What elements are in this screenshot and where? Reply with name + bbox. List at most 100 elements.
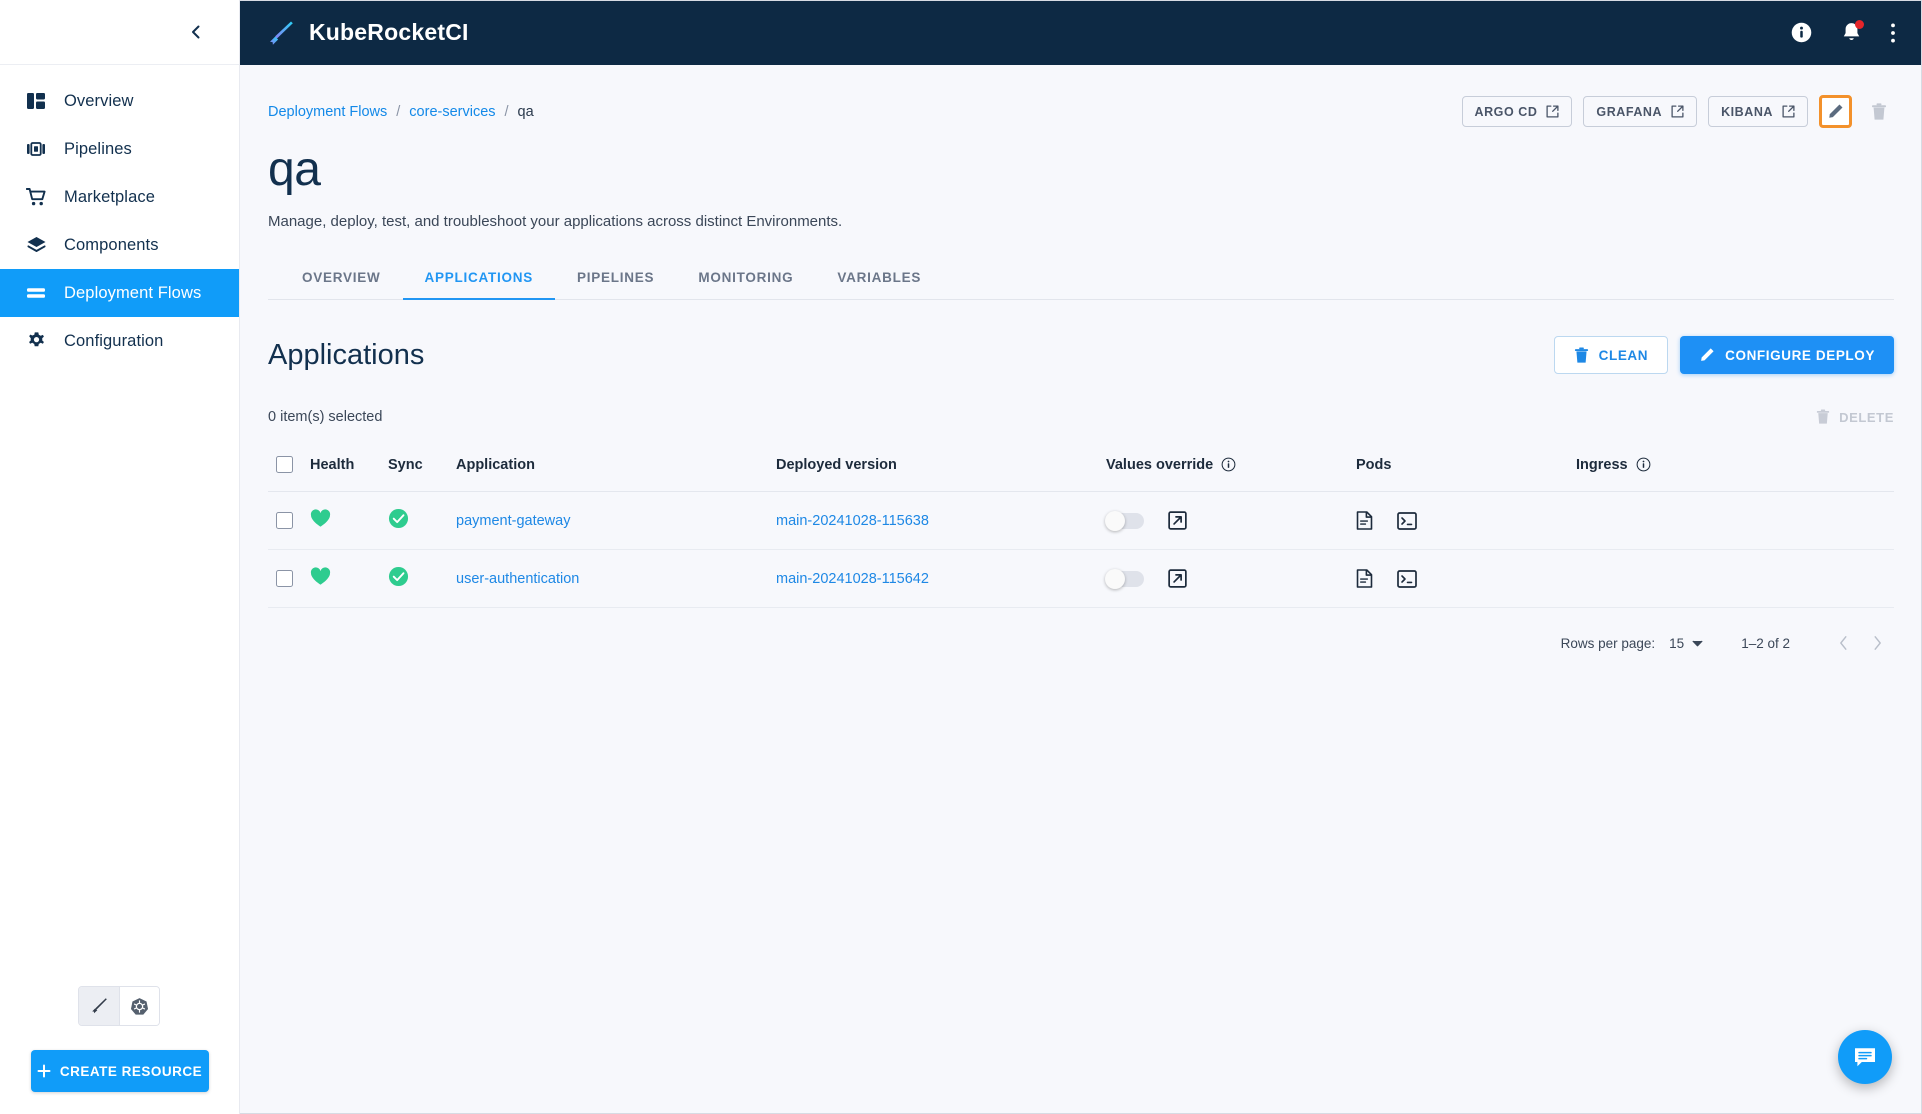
row-ingress-cell xyxy=(1576,549,1894,608)
tab-applications[interactable]: APPLICATIONS xyxy=(402,270,556,300)
sidebar-item-pipelines[interactable]: Pipelines xyxy=(0,125,239,173)
grafana-label: GRAFANA xyxy=(1596,104,1663,119)
tab-pipelines[interactable]: PIPELINES xyxy=(555,270,676,299)
chat-bubble-icon xyxy=(1855,1048,1875,1067)
clean-button[interactable]: CLEAN xyxy=(1553,336,1669,374)
trash-icon xyxy=(1871,102,1886,120)
external-link-icon[interactable] xyxy=(1168,511,1187,530)
values-override-toggle[interactable] xyxy=(1105,510,1144,531)
notification-badge xyxy=(1855,20,1864,29)
more-options-button[interactable] xyxy=(1890,22,1896,44)
cart-icon xyxy=(14,187,58,207)
column-application: Application xyxy=(456,446,776,492)
row-values-override-cell xyxy=(1105,491,1356,550)
brand[interactable]: KubeRocketCI xyxy=(266,18,469,48)
argocd-label: ARGO CD xyxy=(1474,104,1538,119)
main-area: KubeRocketCI Deployment Flows / core-ser… xyxy=(240,0,1922,1114)
page-content: Deployment Flows / core-services / qa AR… xyxy=(240,65,1922,1114)
configure-deploy-button[interactable]: CONFIGURE DEPLOY xyxy=(1680,336,1894,374)
sidebar-collapse-button[interactable] xyxy=(181,17,211,47)
external-link-icon[interactable] xyxy=(1168,569,1187,588)
rows-per-page-label: Rows per page: xyxy=(1560,635,1656,651)
sidebar-item-components[interactable]: Components xyxy=(0,221,239,269)
sidebar-item-label: Pipelines xyxy=(64,139,132,158)
terminal-icon[interactable] xyxy=(1397,511,1417,530)
chat-button[interactable] xyxy=(1838,1030,1892,1084)
application-link[interactable]: payment-gateway xyxy=(456,513,570,529)
pagination-prev-button[interactable] xyxy=(1826,626,1860,660)
sidebar-footer: CREATE RESOURCE xyxy=(0,986,239,1114)
tab-overview[interactable]: OVERVIEW xyxy=(280,270,403,299)
brand-name: KubeRocketCI xyxy=(309,19,469,45)
kibana-link-button[interactable]: KIBANA xyxy=(1708,96,1808,127)
delete-trash-button[interactable] xyxy=(1863,96,1894,127)
sidebar-navigation: Overview Pipelines Marketplace Component… xyxy=(0,65,239,986)
deployed-version-link[interactable]: main-20241028-115642 xyxy=(776,571,929,587)
sidebar-item-marketplace[interactable]: Marketplace xyxy=(0,173,239,221)
plus-icon xyxy=(37,1064,51,1078)
select-all-checkbox[interactable] xyxy=(276,456,293,473)
create-resource-button[interactable]: CREATE RESOURCE xyxy=(30,1050,209,1092)
deployed-version-link[interactable]: main-20241028-115638 xyxy=(776,513,929,529)
pencil-icon xyxy=(1829,104,1843,118)
row-checkbox[interactable] xyxy=(276,570,293,587)
row-version-cell: main-20241028-115638 xyxy=(776,491,1106,550)
selection-bar: 0 item(s) selected DELETE xyxy=(268,402,1894,432)
notifications-button[interactable] xyxy=(1841,20,1864,44)
info-icon-button[interactable] xyxy=(1790,21,1813,44)
topbar: KubeRocketCI xyxy=(240,0,1922,65)
document-icon[interactable] xyxy=(1356,511,1373,530)
application-link[interactable]: user-authentication xyxy=(456,571,579,587)
chevron-left-icon xyxy=(192,25,200,39)
row-ingress-cell xyxy=(1576,491,1894,550)
delete-label: DELETE xyxy=(1839,409,1894,425)
argocd-link-button[interactable]: ARGO CD xyxy=(1461,96,1573,127)
column-sync: Sync xyxy=(388,446,456,492)
terminal-icon[interactable] xyxy=(1397,569,1417,588)
applications-table: Health Sync Application Deployed version… xyxy=(268,446,1894,608)
sidebar-item-overview[interactable]: Overview xyxy=(0,77,239,125)
trash-icon xyxy=(1574,346,1588,363)
page-actions: ARGO CD GRAFANA KIBANA xyxy=(1461,95,1894,128)
page-title: qa xyxy=(268,143,321,196)
create-resource-label: CREATE RESOURCE xyxy=(59,1063,203,1079)
document-icon[interactable] xyxy=(1356,569,1373,588)
row-pods-cell xyxy=(1356,491,1576,550)
tab-monitoring[interactable]: MONITORING xyxy=(676,270,815,299)
row-checkbox[interactable] xyxy=(276,512,293,529)
edit-pencil-button[interactable] xyxy=(1819,95,1852,128)
chevron-left-icon xyxy=(1839,636,1847,650)
grafana-link-button[interactable]: GRAFANA xyxy=(1583,96,1698,127)
column-ingress-label: Ingress xyxy=(1576,456,1628,473)
table-header: Health Sync Application Deployed version… xyxy=(268,446,1894,492)
breadcrumb-item-core-services[interactable]: core-services xyxy=(409,104,495,120)
kibana-label: KIBANA xyxy=(1721,104,1773,119)
sidebar-header xyxy=(0,0,239,65)
delete-selected-button[interactable]: DELETE xyxy=(1816,409,1894,425)
breadcrumb-separator: / xyxy=(396,103,401,120)
configure-deploy-label: CONFIGURE DEPLOY xyxy=(1725,347,1875,363)
kubernetes-mode-button[interactable] xyxy=(119,987,159,1025)
selected-count: 0 item(s) selected xyxy=(268,409,383,425)
breadcrumb-row: Deployment Flows / core-services / qa AR… xyxy=(268,65,1894,128)
sidebar-item-deployment-flows[interactable]: Deployment Flows xyxy=(0,269,239,317)
values-override-toggle[interactable] xyxy=(1105,568,1144,589)
row-application-cell: payment-gateway xyxy=(456,491,776,550)
gear-icon xyxy=(14,331,58,352)
toggle-knob xyxy=(1105,568,1125,589)
chevron-right-icon xyxy=(1873,636,1881,650)
krci-mode-button[interactable] xyxy=(79,987,119,1025)
sidebar-item-configuration[interactable]: Configuration xyxy=(0,317,239,365)
heart-icon xyxy=(310,509,331,527)
applications-section-header: Applications CLEAN CONFIGURE DEPLOY xyxy=(268,336,1894,374)
rows-per-page-select[interactable]: 15 xyxy=(1669,636,1703,651)
row-health-cell xyxy=(310,549,388,608)
pagination-next-button[interactable] xyxy=(1860,626,1894,660)
column-pods: Pods xyxy=(1356,446,1576,492)
breadcrumb-item-deployment-flows[interactable]: Deployment Flows xyxy=(268,104,387,120)
tab-variables[interactable]: VARIABLES xyxy=(815,270,943,299)
info-icon[interactable] xyxy=(1221,457,1236,472)
info-icon xyxy=(1791,22,1812,43)
info-icon[interactable] xyxy=(1636,457,1651,472)
breadcrumb: Deployment Flows / core-services / qa xyxy=(268,104,534,120)
